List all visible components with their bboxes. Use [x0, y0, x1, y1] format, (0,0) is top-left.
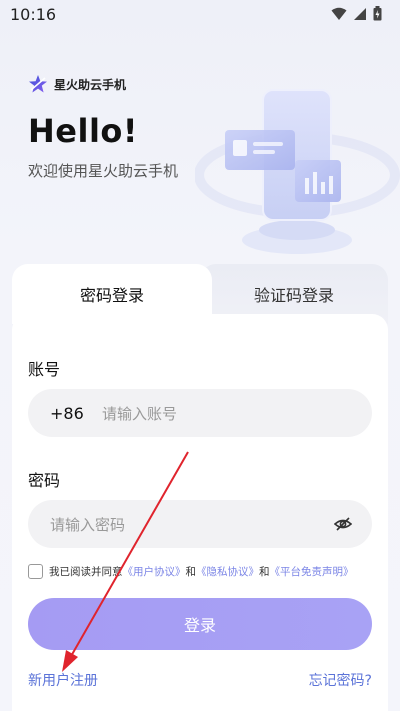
tab-sms-login-label: 验证码登录 — [253, 286, 334, 305]
forgot-password-link[interactable]: 忘记密码? — [309, 670, 372, 690]
disclaimer-link[interactable]: 《平台免责声明》 — [270, 564, 354, 579]
agreement-and-2: 和 — [259, 566, 270, 578]
register-link[interactable]: 新用户注册 — [28, 670, 98, 690]
brand-name: 星火助云手机 — [54, 77, 127, 92]
brand: 星火助云手机 — [28, 74, 126, 94]
password-placeholder: 请输入密码 — [50, 515, 126, 534]
agreement-and-1: 和 — [185, 566, 197, 578]
privacy-agreement-link[interactable]: 《隐私协议》 — [196, 564, 259, 579]
password-input[interactable]: 请输入密码 — [28, 500, 372, 548]
tab-password-login-label: 密码登录 — [79, 286, 144, 305]
signal-icon — [354, 7, 366, 20]
status-icons — [331, 6, 382, 21]
agreement-row: 我已阅读并同意 《用户协议》 和 《隐私协议》 和 《平台免责声明》 — [28, 564, 354, 579]
status-bar: 10:16 — [0, 0, 400, 30]
account-label: 账号 — [28, 360, 61, 379]
status-time: 10:16 — [10, 5, 57, 24]
agreement-prefix: 我已阅读并同意 — [49, 566, 123, 578]
login-button[interactable]: 登录 — [28, 598, 372, 650]
battery-icon — [373, 6, 382, 21]
star-logo-icon — [29, 75, 47, 93]
account-input[interactable]: +86 请输入账号 — [28, 389, 372, 437]
password-label: 密码 — [28, 471, 61, 490]
phone-illustration — [195, 89, 400, 254]
wifi-icon — [331, 7, 347, 20]
welcome-subtitle: 欢迎使用星火助云手机 — [28, 162, 179, 180]
account-placeholder: 请输入账号 — [102, 404, 178, 423]
country-code[interactable]: +86 — [50, 404, 90, 423]
agreement-checkbox[interactable] — [28, 564, 43, 579]
hello-title: Hello! — [28, 112, 138, 150]
eye-hidden-icon[interactable] — [334, 515, 352, 533]
user-agreement-link[interactable]: 《用户协议》 — [123, 564, 186, 579]
